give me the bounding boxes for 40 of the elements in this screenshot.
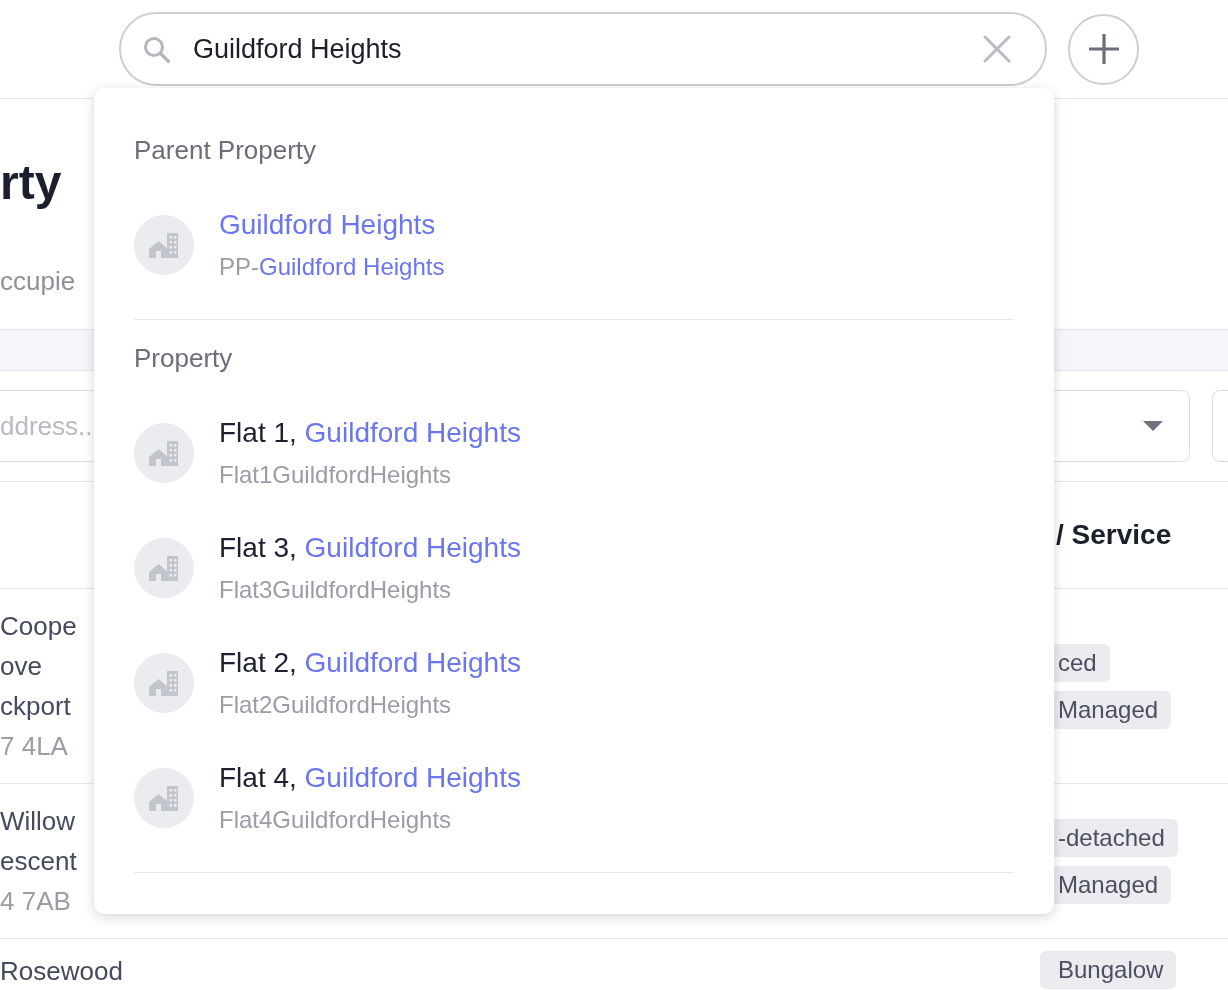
address-text: Rosewood bbox=[0, 955, 123, 988]
section-heading: Parent Property bbox=[134, 135, 317, 165]
search-field[interactable]: Guildford Heights bbox=[119, 12, 1047, 86]
caret-icon bbox=[1143, 421, 1163, 431]
result-title: Guildford Heights bbox=[219, 207, 436, 242]
result-subtitle: Flat1GuildfordHeights bbox=[219, 459, 452, 490]
page-subtitle: ccupie bbox=[0, 265, 76, 298]
building-icon bbox=[134, 537, 194, 598]
search-icon bbox=[142, 34, 171, 64]
plus-icon bbox=[1088, 34, 1119, 64]
column-header: / Service bbox=[1056, 519, 1172, 550]
search-result-item[interactable]: Flat 4, Guildford Heights Flat4GuildfordHeights bbox=[134, 740, 1014, 855]
postcode-text: 4 7AB bbox=[0, 885, 71, 918]
result-subtitle: PP-Guildford Heights bbox=[219, 251, 445, 282]
result-subtitle: Flat3GuildfordHeights bbox=[219, 574, 452, 605]
address-text: ckport bbox=[0, 690, 71, 723]
result-title: Flat 3, Guildford Heights bbox=[219, 530, 521, 565]
section-heading: Property bbox=[134, 343, 233, 373]
building-icon bbox=[134, 214, 194, 275]
page-title: rty bbox=[0, 155, 62, 211]
clear-icon[interactable] bbox=[983, 35, 1011, 63]
building-icon bbox=[134, 422, 194, 483]
result-subtitle: Flat4GuildfordHeights bbox=[219, 804, 452, 835]
address-text: Coope bbox=[0, 610, 77, 643]
search-result-item[interactable]: Flat 1, Guildford Heights Flat1GuildfordHeights bbox=[134, 395, 1014, 510]
search-result-item[interactable]: Flat 3, Guildford Heights Flat3GuildfordHeights bbox=[134, 510, 1014, 625]
building-icon bbox=[134, 652, 194, 713]
filter-field[interactable] bbox=[1212, 390, 1228, 462]
result-title: Flat 1, Guildford Heights bbox=[219, 415, 521, 450]
address-text: Willow bbox=[0, 805, 76, 838]
result-title: Flat 2, Guildford Heights bbox=[219, 645, 521, 680]
search-result-item[interactable]: Guildford Heights PP-Guildford Heights bbox=[134, 187, 1014, 302]
tag: Bungalow bbox=[1040, 951, 1177, 989]
address-text: ove bbox=[0, 650, 42, 683]
result-title: Flat 4, Guildford Heights bbox=[219, 760, 521, 795]
result-subtitle: Flat2GuildfordHeights bbox=[219, 689, 452, 720]
postcode-text: 7 4LA bbox=[0, 730, 68, 763]
search-result-item[interactable]: Flat 2, Guildford Heights Flat2GuildfordHeights bbox=[134, 625, 1014, 740]
address-text: escent bbox=[0, 845, 77, 878]
building-icon bbox=[134, 767, 194, 828]
